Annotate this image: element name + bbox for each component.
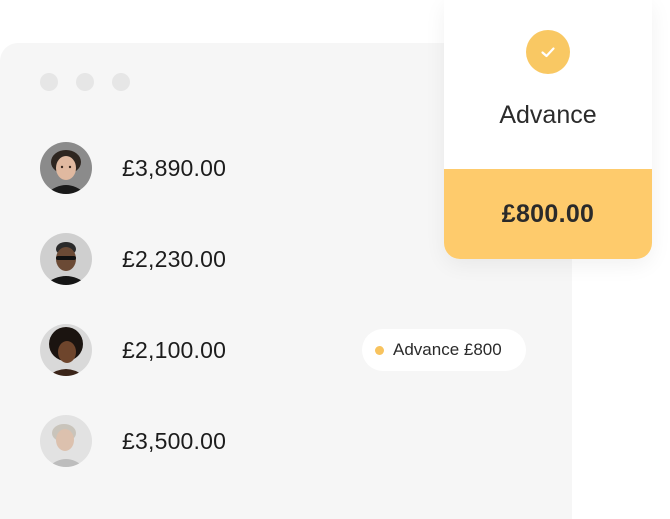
avatar bbox=[40, 142, 92, 194]
advance-card-title: Advance bbox=[499, 101, 597, 129]
window-dot-close[interactable] bbox=[40, 73, 58, 91]
check-icon bbox=[526, 30, 570, 74]
payment-amount: £3,890.00 bbox=[122, 155, 227, 181]
window-controls bbox=[40, 73, 130, 91]
payment-amount: £2,100.00 bbox=[122, 337, 227, 363]
advance-badge-label: Advance £800 bbox=[393, 340, 502, 359]
avatar bbox=[40, 233, 92, 285]
window-dot-maximize[interactable] bbox=[112, 73, 130, 91]
advance-badge[interactable]: Advance £800 bbox=[362, 329, 526, 371]
payment-amount: £3,500.00 bbox=[122, 428, 227, 454]
advance-card[interactable]: Advance £800.00 bbox=[444, 0, 652, 259]
window-dot-minimize[interactable] bbox=[76, 73, 94, 91]
avatar bbox=[40, 415, 92, 467]
avatar bbox=[40, 324, 92, 376]
advance-card-amount: £800.00 bbox=[501, 199, 595, 228]
payment-amount: £2,230.00 bbox=[122, 246, 227, 272]
advance-card-amount-band: £800.00 bbox=[444, 169, 652, 259]
status-dot-icon bbox=[375, 345, 384, 355]
payment-row[interactable]: £3,500.00 bbox=[40, 415, 540, 467]
